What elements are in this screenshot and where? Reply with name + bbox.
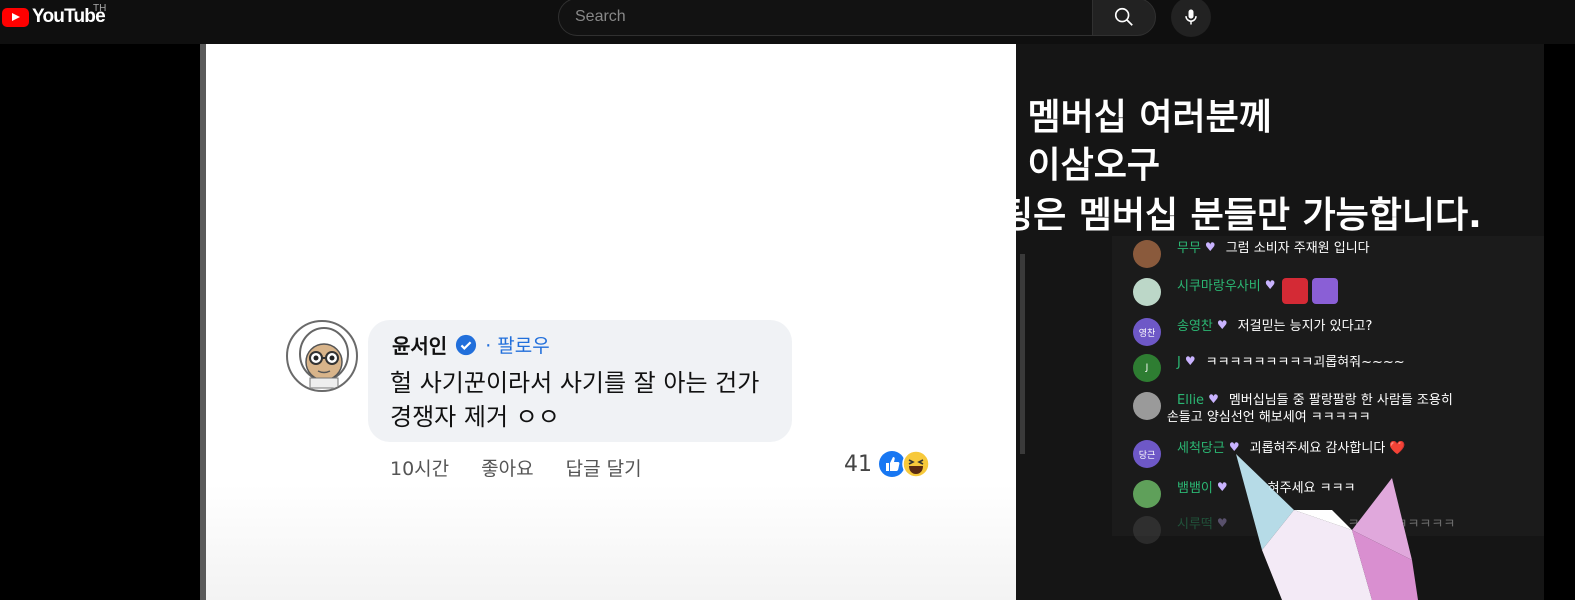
panel-fade (206, 484, 1016, 600)
chat-username: 무무 (1177, 241, 1201, 256)
reaction-summary: 41 (844, 450, 930, 478)
search-button[interactable] (1092, 0, 1156, 36)
comment-time: 10시간 (390, 458, 450, 480)
comment-bubble: 윤서인 · 팔로우 헐 사기꾼이라서 사기를 잘 아는 건가 경쟁자 제거 ㅇㅇ (368, 320, 792, 442)
follow-link: · 팔로우 (485, 335, 550, 357)
comment-actions: 10시간 좋아요 답글 달기 (390, 454, 674, 481)
chat-message: 저걸믿는 능지가 있다고? (1237, 319, 1373, 334)
sticker-icon (1281, 278, 1308, 304)
chat-avatar (1133, 278, 1161, 306)
comment-author: 윤서인 (392, 334, 448, 358)
chat-row: 시쿠마랑우사비 ♥ (1133, 278, 1338, 306)
chat-row: 무무 ♥ 그럼 소비자 주재원 입니다 (1133, 240, 1370, 268)
fox-mascot-icon (1236, 454, 1418, 600)
chat-username: 시쿠마랑우사비 (1177, 279, 1261, 294)
chat-message: 멤버십님들 중 팔랑팔랑 한 사람들 조용히 (1228, 393, 1453, 408)
member-badge-icon: ♥ (1208, 392, 1219, 406)
youtube-logo[interactable]: YouTube TH (0, 3, 107, 30)
chat-row: J J ♥ ㅋㅋㅋㅋㅋㅋㅋㅋㅋ괴롭혀줘~~~~ (1133, 354, 1405, 382)
logo-country-code: TH (93, 3, 107, 14)
haha-reaction-icon (902, 450, 930, 478)
avatar (286, 320, 358, 392)
chat-avatar: J (1133, 354, 1161, 382)
scroll-track (1020, 254, 1025, 454)
chat-row: 영찬 송영찬 ♥ 저걸믿는 능지가 있다고? (1133, 318, 1372, 346)
comment-text: 헐 사기꾼이라서 사기를 잘 아는 건가 경쟁자 제거 ㅇㅇ (390, 366, 759, 434)
member-badge-icon: ♥ (1204, 240, 1216, 254)
chat-avatar (1133, 480, 1161, 508)
chat-avatar: 영찬 (1133, 318, 1161, 346)
chat-message: 손들고 양심선언 해보세여 ㅋㅋㅋㅋㅋ (1166, 410, 1371, 425)
member-badge-icon: ♥ (1184, 354, 1196, 368)
comment-text-line: 헐 사기꾼이라서 사기를 잘 아는 건가 (390, 369, 760, 397)
chat-avatar (1133, 392, 1161, 420)
chat-row: Ellie ♥ 멤버십님들 중 팔랑팔랑 한 사람들 조용히 손들고 양심선언 … (1133, 392, 1453, 426)
chat-username: 송영찬 (1177, 319, 1213, 334)
overlay-text-line: 팅은 멤버십 분들만 가능합니다. (1000, 195, 1482, 236)
member-badge-icon: ♥ (1216, 318, 1228, 332)
overlay-text-line: - 이삼오구 (1000, 145, 1160, 186)
video-right-edge (1544, 44, 1575, 600)
chat-avatar (1133, 516, 1161, 544)
reply-action: 답글 달기 (565, 458, 642, 480)
chat-username: J (1177, 355, 1181, 370)
chat-avatar: 당근 (1133, 440, 1161, 468)
member-badge-icon: ♥ (1264, 278, 1276, 292)
chat-username: Ellie (1177, 393, 1205, 408)
youtube-logo-icon (2, 7, 29, 27)
sticker-icon (1311, 278, 1338, 304)
video-player[interactable]: 윤서인 · 팔로우 헐 사기꾼이라서 사기를 잘 아는 건가 경쟁자 제거 ㅇㅇ… (0, 44, 1575, 600)
search-bar (558, 0, 1156, 36)
top-bar: YouTube TH (0, 0, 1575, 44)
like-action: 좋아요 (481, 458, 534, 480)
chat-username: 세척당근 (1177, 441, 1225, 456)
chat-avatar (1133, 240, 1161, 268)
reaction-count: 41 (844, 451, 872, 477)
chat-message: ㅋㅋㅋㅋㅋㅋㅋㅋㅋ괴롭혀줘~~~~ (1205, 355, 1405, 370)
author-row: 윤서인 · 팔로우 (392, 330, 550, 359)
search-input[interactable] (558, 0, 1092, 36)
voice-search-button[interactable] (1171, 0, 1211, 37)
search-icon (1114, 7, 1133, 26)
verified-icon (456, 334, 477, 355)
microphone-icon (1185, 9, 1197, 25)
chat-username: 뱀뱀이 (1177, 481, 1213, 496)
chat-message: 그럼 소비자 주재원 입니다 (1225, 241, 1370, 256)
chat-username: 시루떡 (1177, 517, 1213, 532)
overlay-text-line: - 멤버십 여러분께 (1000, 97, 1272, 138)
comment-text-line: 경쟁자 제거 ㅇㅇ (390, 403, 560, 431)
